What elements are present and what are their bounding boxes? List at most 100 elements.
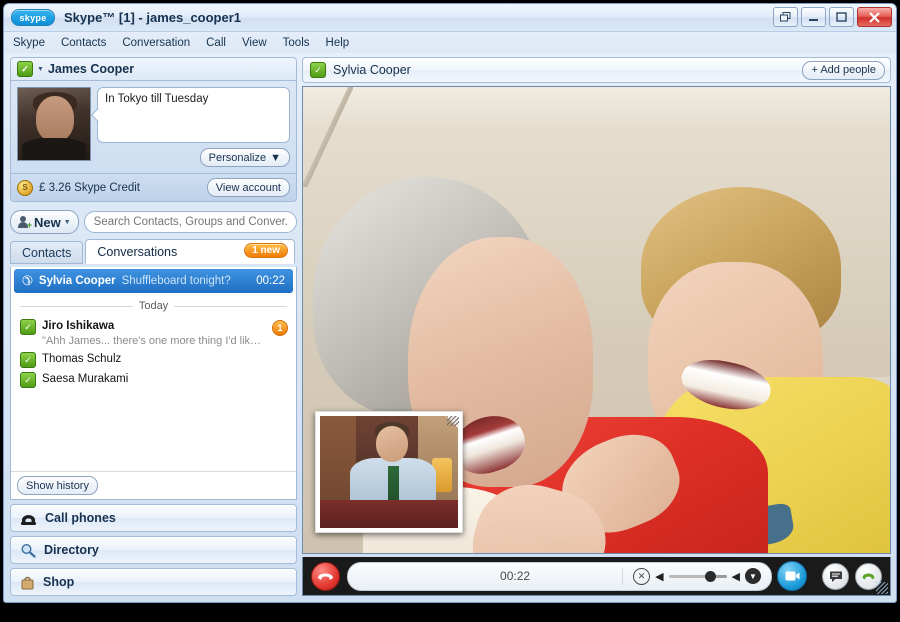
restore-window-button[interactable] <box>773 7 798 27</box>
sidebar-item-directory[interactable]: Directory <box>10 536 297 564</box>
personalize-row: Personalize ▼ <box>97 148 290 167</box>
show-history-button[interactable]: Show history <box>17 476 98 495</box>
window-resize-grip[interactable] <box>876 582 888 594</box>
video-stream[interactable] <box>302 86 891 554</box>
minimize-window-button[interactable] <box>801 7 826 27</box>
chevron-down-icon[interactable]: ▼ <box>37 66 44 73</box>
speaker-high-icon: ◀ <box>732 570 740 583</box>
menu-item-tools[interactable]: Tools <box>283 37 310 49</box>
close-icon <box>868 12 881 23</box>
sidebar-tabs: Contacts Conversations 1 new <box>10 241 297 264</box>
main-body: ✓ ▼ James Cooper In Tokyo till Tuesday <box>4 53 896 601</box>
conversation-row-selected[interactable]: ✆ Sylvia Cooper Shuffleboard tonight? 00… <box>14 269 293 293</box>
call-timer: 00:22 <box>408 569 622 583</box>
sidebar-item-call-phones[interactable]: Call phones <box>10 504 297 532</box>
hang-up-icon <box>317 571 334 582</box>
self-view-bed <box>320 500 458 528</box>
new-button[interactable]: + New ▼ <box>10 210 79 234</box>
audio-options-dropdown[interactable]: ▼ <box>745 568 761 584</box>
mood-message[interactable]: In Tokyo till Tuesday <box>97 87 290 143</box>
online-check-icon: ✓ <box>20 319 36 335</box>
speaker-low-icon: ◀ <box>655 570 663 583</box>
unread-badge: 1 <box>272 320 288 336</box>
conversation-name: Sylvia Cooper <box>39 275 116 287</box>
add-person-icon: + <box>18 216 31 229</box>
new-and-search-row: + New ▼ <box>10 206 297 237</box>
menu-item-help[interactable]: Help <box>326 37 350 49</box>
sidebar-item-shop[interactable]: Shop <box>10 568 297 596</box>
menu-item-conversation[interactable]: Conversation <box>122 37 190 49</box>
list-item[interactable]: ✓ Jiro Ishikawa "Ahh James... there's on… <box>11 317 296 350</box>
menu-item-contacts[interactable]: Contacts <box>61 37 106 49</box>
shopping-bag-icon <box>20 575 35 590</box>
sidebar-item-label: Shop <box>43 575 74 589</box>
chat-bubble-icon <box>829 570 843 583</box>
my-display-name: James Cooper <box>48 62 134 76</box>
conversation-time: 00:22 <box>256 275 285 287</box>
contact-message-preview: "Ahh James... there's one more thing I'd… <box>42 334 266 348</box>
chat-button[interactable] <box>822 563 849 590</box>
list-item[interactable]: ✓ Thomas Schulz <box>11 350 296 370</box>
avatar-shirt <box>22 138 86 160</box>
microphone-muted-icon[interactable]: ✕ <box>633 568 650 585</box>
search-input[interactable] <box>84 211 297 233</box>
skype-credit-row: S £ 3.26 Skype Credit View account <box>10 174 297 202</box>
green-phone-icon <box>861 570 876 583</box>
menu-item-call[interactable]: Call <box>206 37 226 49</box>
online-check-icon: ✓ <box>20 372 36 388</box>
contact-name: Thomas Schulz <box>42 352 288 367</box>
new-conversations-badge: 1 new <box>244 243 288 258</box>
tab-contacts[interactable]: Contacts <box>10 241 83 264</box>
conversation-list[interactable]: ✆ Sylvia Cooper Shuffleboard tonight? 00… <box>10 267 297 500</box>
self-view-inner <box>320 416 458 528</box>
add-people-button[interactable]: + Add people <box>802 61 885 80</box>
phone-icon: ✆ <box>22 273 33 289</box>
maximize-icon <box>836 12 847 22</box>
maximize-window-button[interactable] <box>829 7 854 27</box>
day-divider-label: Today <box>139 300 168 312</box>
my-profile-header[interactable]: ✓ ▼ James Cooper <box>10 57 297 81</box>
list-item[interactable]: ✓ Saesa Murakami <box>11 370 296 390</box>
skype-logo-icon: skype <box>11 9 55 26</box>
coin-icon: S <box>17 180 33 196</box>
call-status-bar: 00:22 ✕ ◀ ◀ ▼ <box>347 562 772 591</box>
skype-credit-amount: £ 3.26 Skype Credit <box>39 182 140 194</box>
volume-slider[interactable] <box>669 575 727 578</box>
personalize-label: Personalize <box>209 152 266 164</box>
day-divider: Today <box>20 300 287 312</box>
show-history-bar: Show history <box>11 471 296 500</box>
conversation-preview: Shuffleboard tonight? <box>122 275 251 287</box>
self-view-video[interactable] <box>315 411 463 533</box>
video-toggle-button[interactable] <box>777 561 807 591</box>
volume-slider-knob[interactable] <box>705 571 716 582</box>
title-bar: skype Skype™ [1] - james_cooper1 <box>4 4 896 32</box>
audio-controls: ✕ ◀ ◀ ▼ <box>622 568 771 585</box>
self-view-resize-grip-lines <box>447 416 459 426</box>
restore-icon <box>780 12 791 22</box>
avatar-face <box>36 96 74 142</box>
online-check-icon: ✓ <box>20 352 36 368</box>
tab-conversations-label: Conversations <box>97 245 177 259</box>
menu-item-skype[interactable]: Skype <box>13 37 45 49</box>
menu-item-view[interactable]: View <box>242 37 267 49</box>
mood-area: In Tokyo till Tuesday Personalize ▼ <box>97 87 290 167</box>
video-ceiling <box>303 87 890 127</box>
personalize-button[interactable]: Personalize ▼ <box>200 148 290 167</box>
new-button-label: New <box>34 215 61 230</box>
call-right-buttons <box>814 563 882 590</box>
chevron-down-icon: ▼ <box>270 152 281 164</box>
online-check-icon[interactable]: ✓ <box>17 61 33 77</box>
tab-conversations[interactable]: Conversations 1 new <box>85 239 295 264</box>
hang-up-button[interactable] <box>311 562 340 591</box>
close-window-button[interactable] <box>857 7 892 27</box>
my-profile-panel: ✓ ▼ James Cooper In Tokyo till Tuesday <box>10 57 297 202</box>
window-title: Skype™ [1] - james_cooper1 <box>64 10 241 25</box>
magnifier-icon <box>20 543 36 558</box>
avatar[interactable] <box>17 87 91 161</box>
video-beam <box>303 87 353 187</box>
conversation-header: ✓ Sylvia Cooper + Add people <box>302 57 891 83</box>
view-account-button[interactable]: View account <box>207 178 290 197</box>
contact-name: Saesa Murakami <box>42 372 288 387</box>
contact-name: Jiro Ishikawa <box>42 319 266 334</box>
chevron-down-icon: ▼ <box>64 219 71 226</box>
